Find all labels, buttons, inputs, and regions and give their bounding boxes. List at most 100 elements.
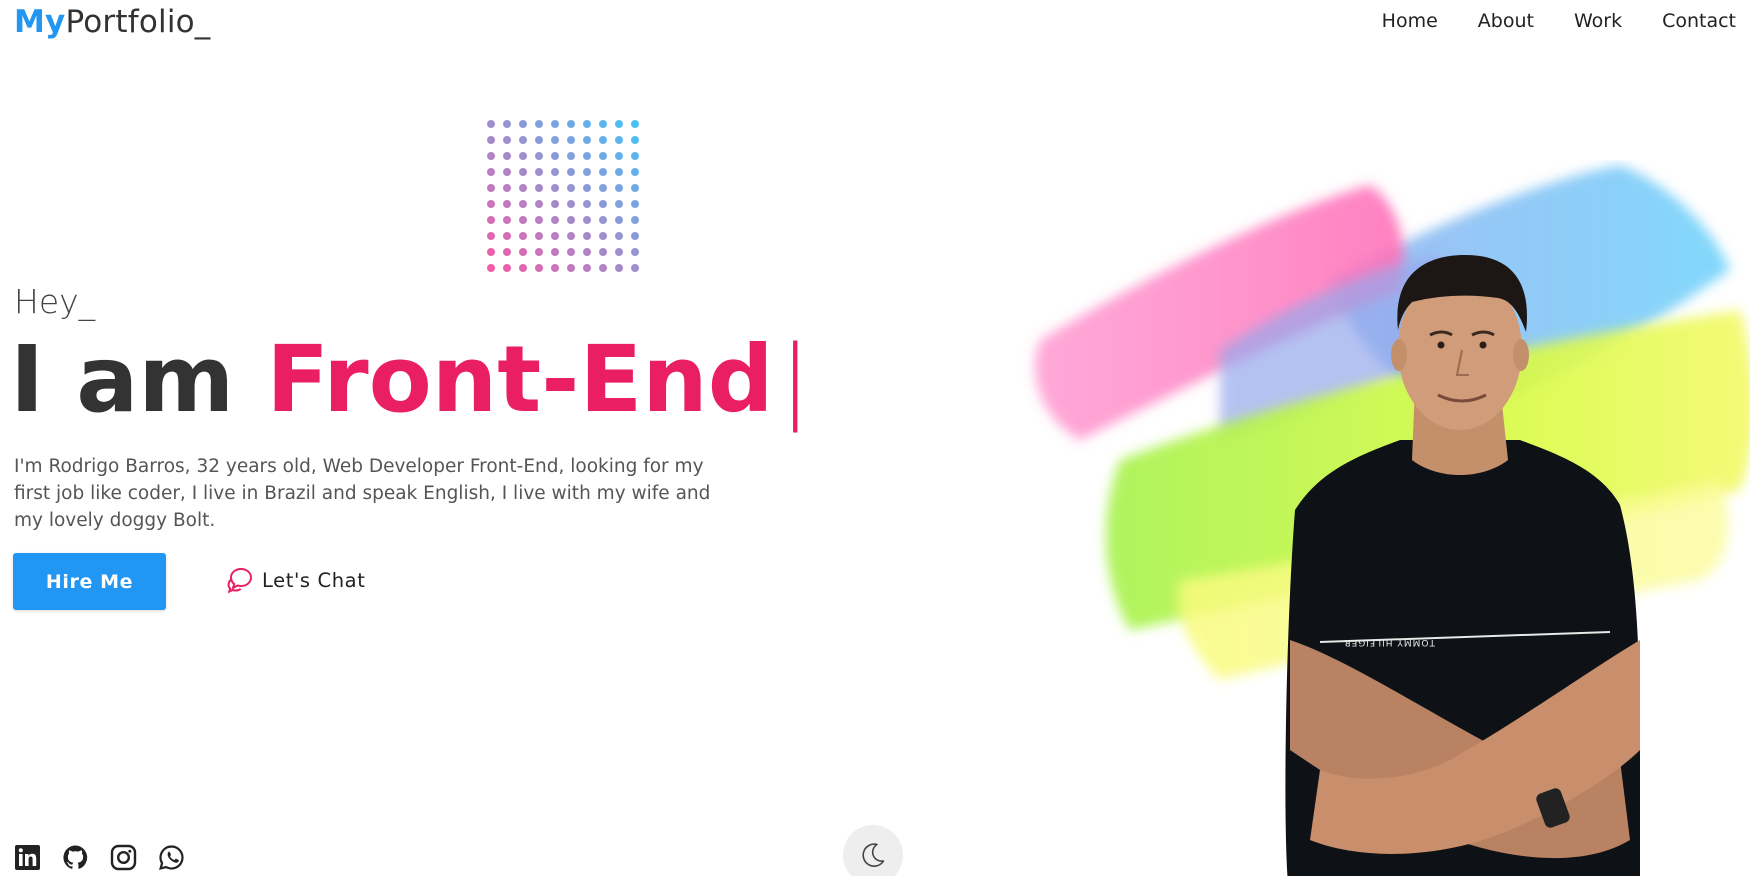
dot: [519, 264, 527, 272]
dot: [535, 120, 543, 128]
dot: [615, 216, 623, 224]
dot: [487, 216, 495, 224]
dot: [615, 232, 623, 240]
dot: [583, 232, 591, 240]
bio-text: I'm Rodrigo Barros, 32 years old, Web De…: [14, 456, 711, 531]
main-nav: Home About Work Contact: [1382, 10, 1736, 32]
dot: [519, 152, 527, 160]
dot: [551, 264, 559, 272]
instagram-icon[interactable]: [110, 844, 137, 871]
typing-cursor: |: [779, 326, 811, 433]
social-links: [14, 844, 185, 871]
dot: [615, 168, 623, 176]
dot: [567, 264, 575, 272]
dot: [599, 152, 607, 160]
dot: [551, 216, 559, 224]
dot: [503, 232, 511, 240]
dot: [599, 232, 607, 240]
nav-work[interactable]: Work: [1574, 10, 1622, 32]
nav-about[interactable]: About: [1478, 10, 1534, 32]
dot: [551, 200, 559, 208]
dot: [631, 232, 639, 240]
dot: [519, 216, 527, 224]
headline: I am Front-End|: [10, 325, 811, 435]
dot: [599, 264, 607, 272]
dot: [631, 248, 639, 256]
dot: [519, 136, 527, 144]
dot: [615, 120, 623, 128]
dot: [631, 136, 639, 144]
linkedin-icon[interactable]: [14, 844, 41, 871]
dot: [551, 152, 559, 160]
dot: [631, 152, 639, 160]
dot: [535, 184, 543, 192]
github-icon[interactable]: [62, 844, 89, 871]
dot: [599, 120, 607, 128]
dot: [519, 120, 527, 128]
dot: [631, 264, 639, 272]
dot: [583, 248, 591, 256]
dot: [583, 120, 591, 128]
page: MyPortfolio_ Home About Work Contact Hey…: [0, 0, 1750, 876]
dot: [583, 216, 591, 224]
dot: [551, 168, 559, 176]
dot: [519, 184, 527, 192]
theme-toggle-button[interactable]: [843, 825, 903, 876]
dot: [535, 216, 543, 224]
dot: [519, 168, 527, 176]
lets-chat-link[interactable]: Let's Chat: [226, 566, 365, 594]
dot: [567, 136, 575, 144]
moon-icon: [862, 843, 885, 867]
dot: [487, 168, 495, 176]
dot: [631, 168, 639, 176]
dot: [503, 200, 511, 208]
dot: [535, 232, 543, 240]
brand-prefix: My: [14, 4, 66, 40]
dot: [583, 200, 591, 208]
dot: [503, 184, 511, 192]
dot: [551, 184, 559, 192]
dot: [599, 136, 607, 144]
dot: [487, 248, 495, 256]
dot: [567, 184, 575, 192]
hire-me-button[interactable]: Hire Me: [13, 553, 166, 610]
dot: [487, 120, 495, 128]
dot: [615, 264, 623, 272]
dot: [487, 200, 495, 208]
dot: [567, 248, 575, 256]
nav-home[interactable]: Home: [1382, 10, 1438, 32]
dot: [551, 136, 559, 144]
dot: [519, 200, 527, 208]
dot: [487, 184, 495, 192]
dot: [615, 152, 623, 160]
dot: [567, 168, 575, 176]
dot: [583, 264, 591, 272]
dot: [503, 248, 511, 256]
dot: [503, 216, 511, 224]
dot: [567, 200, 575, 208]
dot: [631, 200, 639, 208]
chat-bubbles-icon: [227, 567, 253, 594]
dot: [631, 216, 639, 224]
dot: [599, 184, 607, 192]
headline-role: Front-End: [266, 326, 774, 433]
dot: [615, 184, 623, 192]
dot: [615, 200, 623, 208]
dot: [487, 232, 495, 240]
dot: [535, 152, 543, 160]
dot: [487, 136, 495, 144]
nav-contact[interactable]: Contact: [1662, 10, 1736, 32]
dot: [551, 248, 559, 256]
dot: [583, 152, 591, 160]
brand-logo[interactable]: MyPortfolio_: [14, 4, 211, 40]
dot: [631, 184, 639, 192]
dot: [615, 248, 623, 256]
dot: [599, 248, 607, 256]
whatsapp-icon[interactable]: [158, 844, 185, 871]
dot: [551, 232, 559, 240]
dot: [535, 136, 543, 144]
dot: [567, 152, 575, 160]
dot: [503, 152, 511, 160]
hero-portrait-image: TOMMY HILFIGER: [1034, 165, 1750, 876]
dot: [551, 120, 559, 128]
